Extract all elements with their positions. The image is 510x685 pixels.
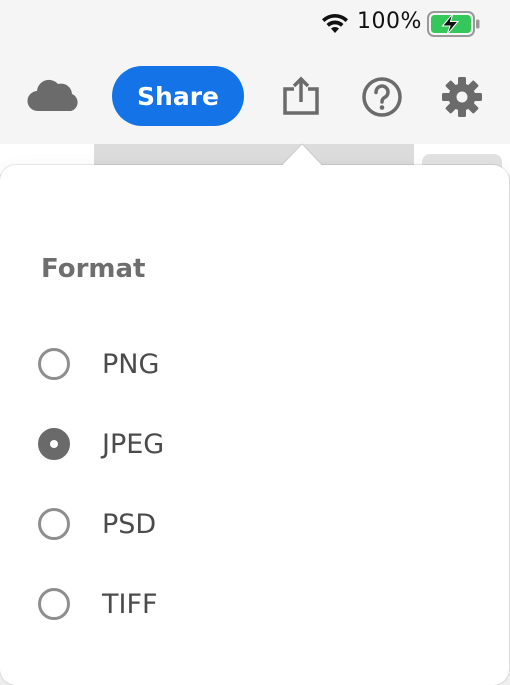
format-option-jpeg[interactable]: JPEG xyxy=(38,422,458,466)
format-option-label: PNG xyxy=(102,348,160,380)
wifi-icon xyxy=(322,13,348,33)
help-icon[interactable] xyxy=(361,76,403,118)
format-option-label: JPEG xyxy=(102,428,165,460)
status-bar: 100% xyxy=(0,0,510,48)
radio-button-selected[interactable] xyxy=(38,428,70,460)
toolbar: Share xyxy=(0,60,510,132)
radio-button[interactable] xyxy=(38,508,70,540)
cloud-icon[interactable] xyxy=(27,78,81,112)
share-button[interactable]: Share xyxy=(112,66,244,126)
format-option-psd[interactable]: PSD xyxy=(38,502,458,546)
format-option-label: TIFF xyxy=(102,588,158,620)
battery-charging-icon xyxy=(427,11,480,37)
popover-arrow xyxy=(281,143,323,167)
radio-button[interactable] xyxy=(38,588,70,620)
radio-button[interactable] xyxy=(38,348,70,380)
format-option-tiff[interactable]: TIFF xyxy=(38,582,458,626)
format-heading: Format xyxy=(41,254,146,284)
battery-percent: 100% xyxy=(357,9,422,34)
format-option-label: PSD xyxy=(102,508,157,540)
export-icon[interactable] xyxy=(281,76,321,116)
gear-icon[interactable] xyxy=(441,76,483,118)
format-option-png[interactable]: PNG xyxy=(38,342,458,386)
